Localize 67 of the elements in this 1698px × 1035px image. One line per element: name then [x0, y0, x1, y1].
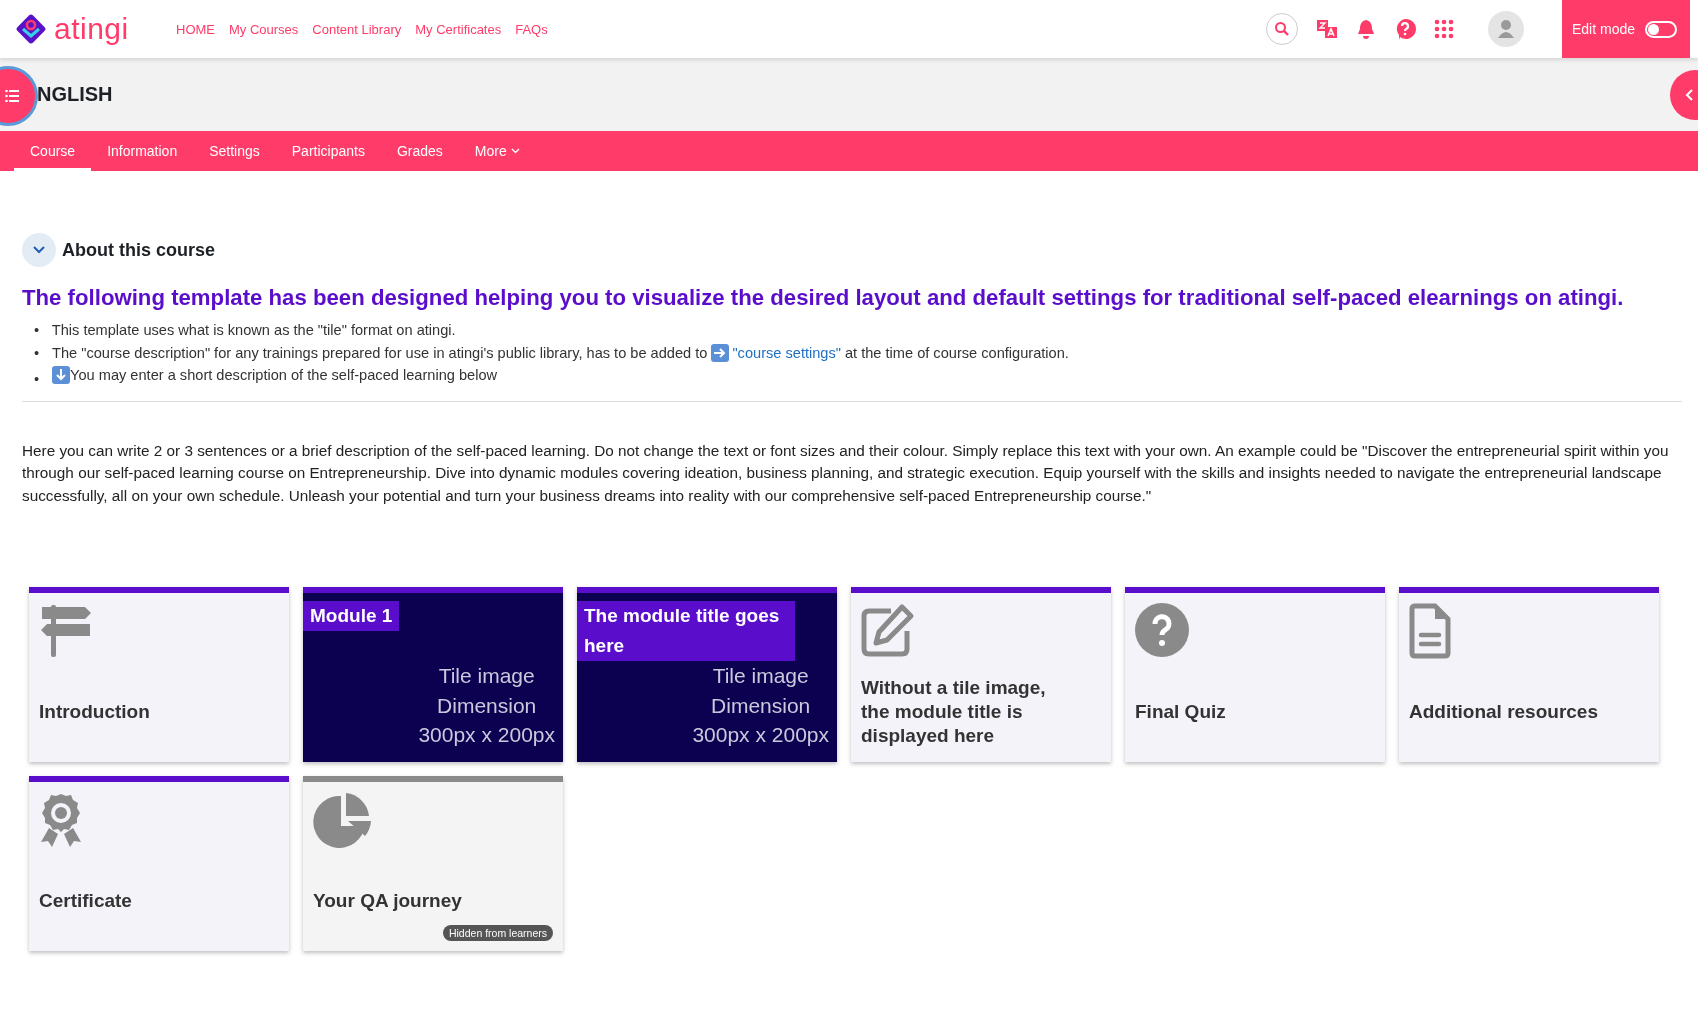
bullet-marker: • [34, 343, 41, 363]
module-tile[interactable]: Introduction [29, 587, 289, 763]
module-tile[interactable]: Your QA journey Hidden from learners [303, 776, 563, 952]
image-caption: Dimension [437, 692, 537, 719]
tile-title: Introduction [39, 699, 151, 724]
chevron-left-icon [1684, 88, 1694, 102]
bullet-text: This template uses what is known as the "tile" format on atingi. [51, 322, 456, 338]
edit-mode-toggle[interactable] [1645, 20, 1678, 38]
pie-chart-icon [313, 792, 373, 851]
bullet-marker: • [34, 321, 41, 340]
image-caption: Tile image [712, 663, 809, 690]
course-settings-link[interactable]: "course settings" [732, 341, 841, 364]
bullet-text: at the time of course configuration. [844, 343, 1069, 363]
document-icon [1409, 603, 1451, 660]
list-icon [5, 90, 19, 102]
help-icon[interactable] [1394, 18, 1416, 40]
bullet-text: You may enter a short description of the self-paced learning below [70, 366, 498, 385]
edit-mode-label: Edit mode [1572, 21, 1636, 37]
tile-title: The module title goes here [577, 601, 795, 662]
module-tile[interactable]: The module title goes here Tile image Dimension 300px x 200px [577, 587, 837, 763]
tile-title: Additional resources [1409, 699, 1599, 724]
image-caption: Dimension [711, 692, 811, 719]
tile-title: Your QA journey [313, 888, 463, 913]
template-heading: The following template has been designed helping you to visualize the desired layout and default settings for traditional self-paced elearnings on atingi. [22, 285, 1625, 311]
apps-grid-icon[interactable] [1434, 19, 1454, 39]
brand-name[interactable]: atingi [54, 12, 129, 46]
nav-link[interactable]: My Certificates [415, 21, 502, 37]
course-title: NGLISH [37, 83, 113, 106]
tile-title: Module 1 [303, 601, 400, 632]
module-tile[interactable]: Final Quiz [1125, 587, 1385, 763]
nav-link[interactable]: My Courses [229, 21, 299, 37]
module-tile[interactable]: Additional resources [1399, 587, 1659, 763]
search-icon [1274, 21, 1290, 37]
nav-link[interactable]: HOME [176, 21, 215, 37]
tile-title: Certificate [39, 888, 133, 913]
translate-icon[interactable] [1316, 18, 1338, 40]
module-tile[interactable]: Without a tile image, the module title is displayed here [851, 587, 1111, 763]
tab[interactable]: More [458, 131, 536, 171]
section-title: About this course [62, 239, 215, 261]
search-button[interactable] [1266, 13, 1298, 45]
question-icon [1135, 603, 1189, 658]
tab[interactable]: Participants [275, 131, 381, 171]
image-caption: 300px x 200px [692, 722, 829, 749]
nav-link[interactable]: Content Library [312, 21, 402, 37]
award-icon [39, 792, 83, 849]
bullet-marker: • [34, 370, 41, 390]
image-caption: Tile image [438, 663, 535, 690]
bell-icon[interactable] [1356, 18, 1376, 40]
nav-link[interactable]: FAQs [515, 21, 548, 37]
tile-title: Without a tile image, the module title is displayed here [861, 675, 1047, 748]
tab[interactable]: Grades [380, 131, 459, 171]
chevron-icon [32, 245, 46, 255]
arrow-right-icon [711, 343, 730, 362]
module-tile[interactable]: Certificate [29, 776, 289, 952]
signpost-icon [39, 603, 93, 660]
pencil-icon [861, 603, 915, 658]
tab[interactable]: Information [91, 131, 194, 171]
collapse-button[interactable] [22, 233, 56, 267]
course-description: Here you can write 2 or 3 sentences or a brief description of the self-paced learning. Do not change the text or font sizes and their colour. Simply replace this text with your own. An example could be "Discover the entrepreneurial spirit within you through our self-paced learning course on Entrepreneurship. Dive into dynamic modules covering ideation, business planning, and strategic execution. Equip yourself with the skills and insights needed to navigate the entrepreneurial landscape successfully, all on your own schedule. Unleash your potential and turn your business dreams into reality with our comprehensive self-paced Entrepreneurship course." [22, 440, 1670, 506]
tab[interactable]: Settings [193, 131, 276, 171]
tab[interactable]: Course [14, 131, 92, 171]
bullet-text: The "course description" for any trainings prepared for use in atingi's public library, has to be added to [52, 343, 708, 363]
module-tile[interactable]: Module 1 Tile image Dimension 300px x 200px [303, 587, 563, 763]
hidden-badge: Hidden from learners [442, 925, 553, 942]
avatar[interactable] [1488, 11, 1524, 47]
image-caption: 300px x 200px [418, 722, 555, 749]
tile-title: Final Quiz [1135, 699, 1227, 724]
